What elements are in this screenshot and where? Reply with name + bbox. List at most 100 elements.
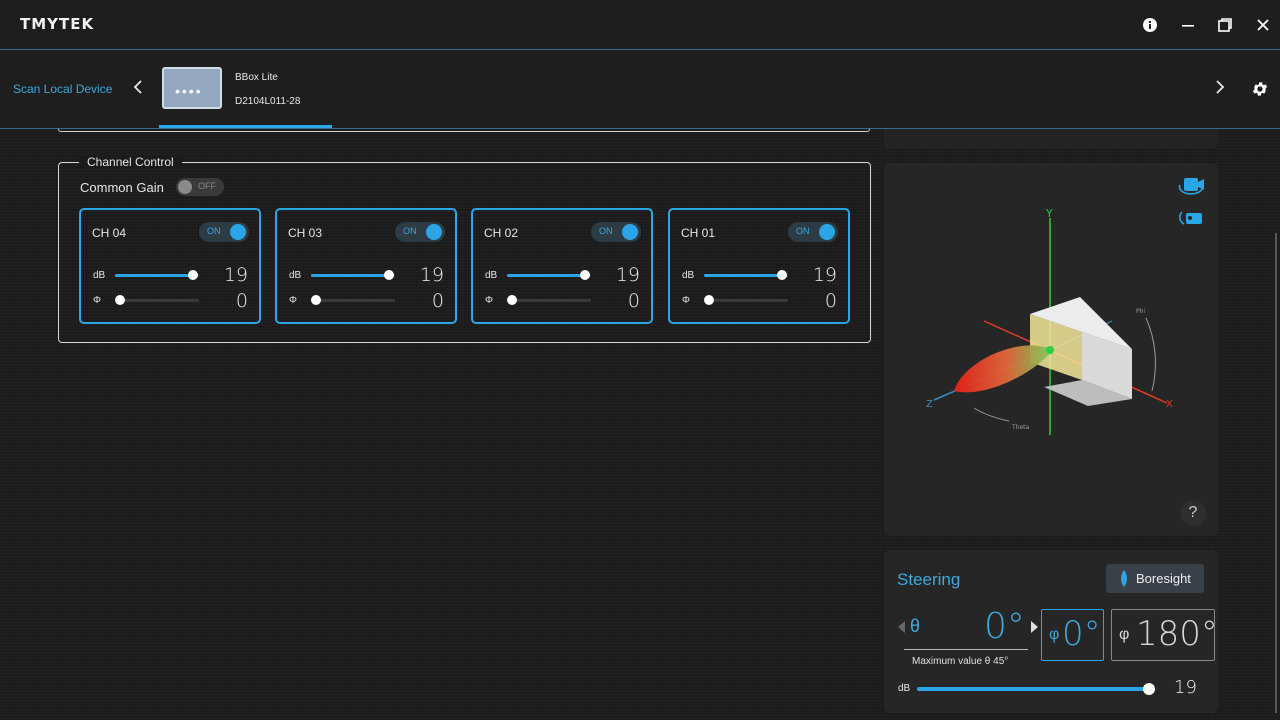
toggle-knob	[178, 180, 192, 194]
phase-value: 0	[627, 290, 640, 312]
y-axis-label: Y	[1045, 207, 1053, 220]
slider-thumb[interactable]	[580, 270, 591, 280]
toggle-state-label: ON	[403, 226, 417, 236]
toggle-knob	[426, 224, 442, 240]
common-gain-label: Common Gain	[80, 180, 164, 195]
phase-label: Φ	[289, 295, 297, 306]
phase-label: Φ	[682, 295, 690, 306]
x-axis-label: X	[1166, 399, 1173, 410]
channel-card: CH 02 ON dB 19 Φ 0	[471, 208, 653, 324]
restore-icon[interactable]	[1214, 14, 1236, 36]
toggle-knob	[230, 224, 246, 240]
common-gain-toggle[interactable]: OFF	[176, 178, 224, 196]
collapsed-right-panel-edge	[884, 129, 1218, 149]
db-label: dB	[289, 270, 302, 281]
theta-arc-label: Theta	[1011, 424, 1030, 431]
chevron-left-icon[interactable]	[133, 79, 143, 100]
channel-toggle[interactable]: ON	[788, 222, 838, 242]
slider-thumb[interactable]	[1142, 683, 1155, 695]
beam-pattern-graphic: Y X Z Phi Theta	[926, 207, 1173, 435]
phase-slider[interactable]	[704, 295, 788, 305]
slider-fill	[917, 687, 1149, 691]
phi-arc-label: Phi	[1136, 308, 1145, 315]
phi-option-0[interactable]: φ 0°	[1041, 609, 1104, 661]
db-label: dB	[485, 270, 498, 281]
channel-toggle[interactable]: ON	[395, 222, 445, 242]
slider-thumb[interactable]	[507, 295, 518, 305]
phase-label: Φ	[93, 295, 101, 306]
device-name: BBox Lite	[235, 72, 278, 83]
channel-card: CH 01 ON dB 19 Φ 0	[668, 208, 850, 324]
channel-card: CH 04 ON dB 19 Φ 0	[79, 208, 261, 324]
toggle-state-label: ON	[796, 226, 810, 236]
active-tab-indicator	[159, 125, 332, 128]
phi-symbol: φ	[1049, 626, 1060, 643]
device-serial: D2104L011-28	[235, 96, 301, 107]
slider-thumb[interactable]	[115, 295, 126, 305]
db-value: 19	[812, 264, 837, 286]
device-thumbnail: ••••	[162, 67, 222, 109]
db-slider[interactable]	[311, 270, 395, 280]
db-slider[interactable]	[115, 270, 199, 280]
slider-thumb[interactable]	[704, 295, 715, 305]
db-value: 19	[223, 264, 248, 286]
steering-db-value: 19	[1174, 677, 1197, 698]
phase-slider[interactable]	[507, 295, 591, 305]
boresight-label: Boresight	[1136, 571, 1191, 586]
app-logo: TMYTEK	[20, 15, 95, 33]
db-label: dB	[682, 270, 695, 281]
boresight-icon	[1119, 570, 1129, 592]
phase-slider[interactable]	[311, 295, 395, 305]
slider-fill	[507, 274, 586, 277]
toggle-knob	[819, 224, 835, 240]
slider-thumb[interactable]	[188, 270, 199, 280]
phi-value: 180°	[1136, 614, 1218, 654]
theta-increase-icon[interactable]	[1030, 620, 1038, 638]
theta-underline	[904, 649, 1028, 650]
collapsed-panel-edge	[58, 129, 870, 132]
channel-name: CH 04	[92, 226, 127, 240]
phi-option-180[interactable]: φ 180°	[1111, 609, 1218, 661]
slider-fill	[704, 274, 783, 277]
scrollbar[interactable]	[1275, 233, 1277, 713]
toggle-state-label: ON	[599, 226, 613, 236]
channel-control-panel: Channel Control Common Gain OFF CH 04 ON d…	[58, 155, 871, 343]
channel-name: CH 01	[681, 226, 716, 240]
db-value: 19	[615, 264, 640, 286]
beam-3d-viewer[interactable]: Y X Z Phi Theta ?	[884, 163, 1218, 536]
channel-toggle[interactable]: ON	[591, 222, 641, 242]
channel-control-title: Channel Control	[79, 155, 182, 169]
chevron-right-icon[interactable]	[1215, 79, 1225, 100]
toggle-state-label: ON	[207, 226, 221, 236]
db-slider[interactable]	[507, 270, 591, 280]
steering-panel: Steering Boresight θ 0° Maximum value θ …	[884, 550, 1218, 713]
db-label: dB	[93, 270, 106, 281]
theta-symbol: θ	[910, 616, 921, 636]
gear-icon[interactable]	[1251, 80, 1269, 103]
phi-value: 0°	[1062, 614, 1101, 654]
slider-thumb[interactable]	[777, 270, 788, 280]
phase-value: 0	[824, 290, 837, 312]
channel-toggle[interactable]: ON	[199, 222, 249, 242]
title-bar: TMYTEK	[0, 0, 1280, 50]
theta-value-input[interactable]: 0°	[984, 606, 1025, 647]
db-slider[interactable]	[704, 270, 788, 280]
info-icon[interactable]	[1139, 14, 1161, 36]
steering-db-slider[interactable]	[917, 683, 1155, 695]
boresight-button[interactable]: Boresight	[1106, 564, 1204, 593]
steering-title: Steering	[897, 570, 961, 589]
channel-name: CH 02	[484, 226, 519, 240]
scan-local-device-link[interactable]: Scan Local Device	[13, 82, 112, 96]
slider-thumb[interactable]	[384, 270, 395, 280]
theta-decrease-icon[interactable]	[898, 620, 906, 638]
slider-fill	[115, 274, 194, 277]
close-icon[interactable]	[1252, 14, 1274, 36]
slider-fill	[311, 274, 390, 277]
db-value: 19	[419, 264, 444, 286]
minimize-icon[interactable]	[1177, 14, 1199, 36]
phase-slider[interactable]	[115, 295, 199, 305]
help-button[interactable]: ?	[1180, 500, 1206, 526]
slider-thumb[interactable]	[311, 295, 322, 305]
device-tab[interactable]: •••• BBox Lite D2104L011-28	[159, 51, 332, 128]
z-axis-label: Z	[926, 399, 933, 410]
